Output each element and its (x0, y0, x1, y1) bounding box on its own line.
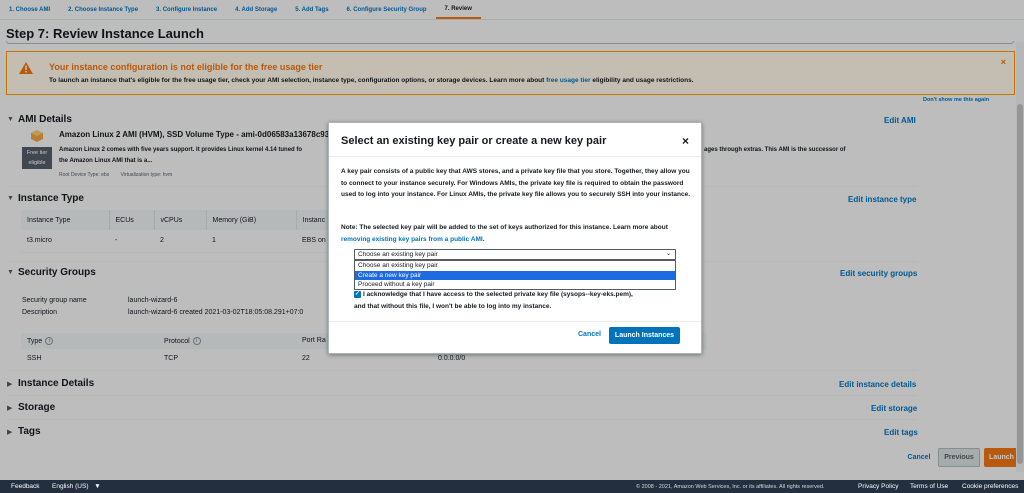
key-pair-select-value: Choose an existing key pair (358, 251, 438, 258)
option-create-new[interactable]: Create a new key pair (355, 270, 675, 280)
removing-key-pairs-link[interactable]: removing existing key pairs from a publi… (341, 236, 483, 243)
chevron-down-icon: ⌄ (665, 251, 671, 257)
modal-title: Select an existing key pair or create a … (341, 135, 607, 147)
modal-divider (329, 321, 701, 322)
launch-instances-button[interactable]: Launch Instances (609, 327, 680, 344)
modal-cancel-button[interactable]: Cancel (578, 331, 601, 338)
terms-of-use-link[interactable]: Terms of Use (910, 483, 948, 490)
acknowledge-line1: ✓ I acknowledge that I have access to the… (354, 289, 694, 301)
key-pair-select[interactable]: Choose an existing key pair ⌄ (354, 249, 676, 260)
acknowledge-checkbox[interactable]: ✓ (354, 290, 361, 298)
cookie-preferences-link[interactable]: Cookie preferences (962, 483, 1018, 490)
caret-down-icon: ▼ (94, 483, 101, 490)
language-selector[interactable]: English (US) ▼ (52, 483, 101, 490)
note-text-end: . (482, 235, 485, 243)
privacy-policy-link[interactable]: Privacy Policy (858, 483, 898, 490)
acknowledge-line2: and that without this file, I won't be a… (354, 302, 552, 310)
language-label: English (US) (52, 483, 89, 490)
acknowledge-label: I acknowledge that I have access to the … (363, 291, 633, 298)
key-pair-modal: Select an existing key pair or create a … (328, 122, 702, 354)
modal-divider (329, 156, 701, 157)
note-text: Note: The selected key pair will be adde… (341, 224, 668, 231)
footer: Feedback English (US) ▼ © 2008 - 2021, A… (0, 480, 1024, 493)
key-pair-dropdown: Choose an existing key pair Create a new… (354, 260, 676, 290)
close-icon[interactable]: × (682, 134, 689, 148)
option-choose-existing[interactable]: Choose an existing key pair (355, 261, 675, 271)
feedback-link[interactable]: Feedback (11, 483, 40, 490)
key-pair-note: Note: The selected key pair will be adde… (341, 222, 693, 245)
acknowledge-text: ✓ I acknowledge that I have access to the… (354, 289, 694, 312)
copyright-text: © 2008 - 2021, Amazon Web Services, Inc.… (636, 484, 825, 490)
key-pair-explanation: A key pair consists of a public key that… (341, 168, 691, 198)
